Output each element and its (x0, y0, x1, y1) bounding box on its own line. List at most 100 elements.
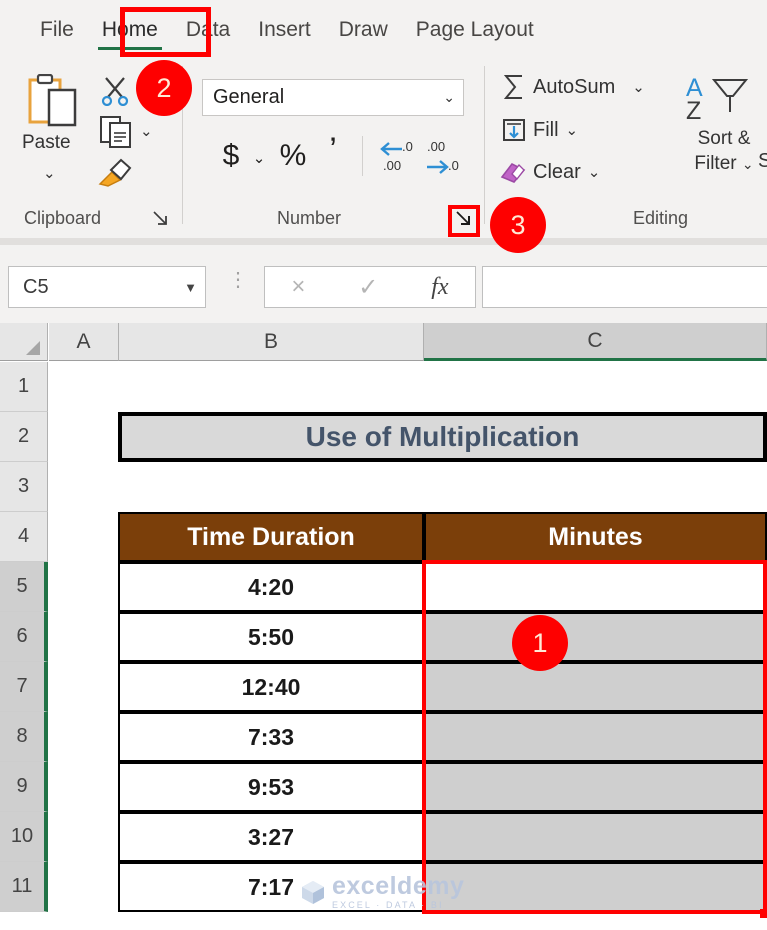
copy-chevron-down-icon[interactable]: ⌄ (140, 122, 153, 140)
currency-chevron-down-icon[interactable]: ⌄ (248, 142, 270, 174)
autosum-label: AutoSum (533, 75, 616, 98)
table-header-time-duration[interactable]: Time Duration (118, 512, 424, 562)
sort-filter-label-line1[interactable]: Sort & (698, 128, 751, 149)
paste-chevron-down-icon[interactable]: ⌄ (43, 164, 56, 182)
sort-filter-chevron-down-icon[interactable]: ⌄ (742, 156, 754, 172)
row-header-8[interactable]: 8 (0, 712, 48, 762)
paste-label[interactable]: Paste (22, 132, 71, 154)
row-header-7[interactable]: 7 (0, 662, 48, 712)
increase-decimal-icon[interactable]: .0 .00 (378, 136, 418, 176)
callout-step-1: 1 (512, 615, 568, 671)
watermark-tagline: EXCEL · DATA · BI (332, 900, 444, 910)
format-painter-icon[interactable] (98, 156, 134, 188)
row-header-2[interactable]: 2 (0, 412, 48, 462)
fill-chevron-down-icon[interactable]: ⌄ (566, 121, 579, 139)
fill-down-icon (503, 119, 525, 141)
row-header-1[interactable]: 1 (0, 362, 48, 412)
watermark-name: exceldemy (332, 872, 465, 900)
currency-format-button[interactable]: $ (216, 136, 246, 176)
sort-filter-icon[interactable]: A Z (686, 74, 756, 125)
sort-filter-label-line2[interactable]: Filter (694, 153, 736, 174)
number-group-label: Number (277, 208, 342, 228)
percent-format-button[interactable]: % (276, 136, 310, 176)
sheet-title-cell[interactable]: Use of Multiplication (118, 412, 767, 462)
formula-bar-grip[interactable]: ⋮ (228, 270, 248, 290)
clear-button[interactable]: Clear ⌄ (500, 160, 600, 184)
svg-text:Z: Z (686, 97, 701, 122)
minutes-cell[interactable] (424, 612, 767, 662)
svg-text:.00: .00 (383, 158, 401, 173)
column-header-c[interactable]: C (424, 323, 767, 361)
sigma-icon (503, 75, 522, 99)
row-header-11[interactable]: 11 (0, 862, 48, 912)
number-dialog-launcher-icon[interactable] (455, 210, 472, 227)
row-header-9[interactable]: 9 (0, 762, 48, 812)
column-header-b[interactable]: B (119, 323, 424, 361)
cut-scissors-icon[interactable] (100, 76, 130, 107)
minutes-cell[interactable] (424, 712, 767, 762)
exceldemy-logo-icon (300, 879, 326, 905)
clipboard-group-label: Clipboard (24, 208, 102, 228)
column-header-a[interactable]: A (49, 323, 119, 361)
minutes-cell[interactable] (424, 762, 767, 812)
table-row[interactable]: 9:53 (118, 762, 424, 812)
formula-input[interactable] (482, 266, 767, 308)
spreadsheet-grid: A B C 1 2 3 4 5 6 7 8 9 10 11 Use of Mul… (0, 323, 767, 930)
row-header-10[interactable]: 10 (0, 812, 48, 862)
row-header-6[interactable]: 6 (0, 612, 48, 662)
copy-icon[interactable] (100, 116, 132, 148)
row-header-4[interactable]: 4 (0, 512, 48, 562)
find-select-button-partial[interactable]: S (758, 150, 767, 173)
number-inner-separator (362, 136, 363, 176)
name-box-chevron-down-icon[interactable]: ▼ (184, 280, 197, 295)
autosum-chevron-down-icon[interactable]: ⌄ (632, 78, 645, 96)
comma-format-button[interactable]: ’ (320, 130, 346, 170)
autosum-button[interactable]: AutoSum ⌄ (502, 74, 645, 100)
ribbon-body: Paste ⌄ ⌄ Clipboard General ⌄ $ ⌄ % ’ .0… (0, 60, 767, 240)
decrease-decimal-icon[interactable]: .00 .0 (424, 136, 464, 176)
table-row[interactable]: 3:27 (118, 812, 424, 862)
name-box[interactable]: C5 ▼ (8, 266, 206, 308)
table-row[interactable]: 4:20 (118, 562, 424, 612)
clipboard-dialog-launcher-icon[interactable] (152, 210, 169, 227)
minutes-cell[interactable] (424, 812, 767, 862)
name-box-value: C5 (23, 275, 49, 298)
number-format-value: General (213, 86, 285, 108)
editing-group-label: Editing (633, 208, 689, 228)
svg-text:.00: .00 (427, 139, 445, 154)
eraser-icon (500, 162, 526, 183)
ribbon-tabstrip: File Home Data Insert Draw Page Layout (0, 0, 767, 60)
tab-file[interactable]: File (26, 15, 88, 45)
table-header-minutes[interactable]: Minutes (424, 512, 767, 562)
minutes-cell-active[interactable] (424, 562, 767, 612)
row-header-3[interactable]: 3 (0, 462, 48, 512)
insert-function-icon[interactable]: fx (431, 274, 448, 301)
svg-text:.0: .0 (402, 139, 413, 154)
tab-data[interactable]: Data (172, 15, 244, 45)
tab-home[interactable]: Home (88, 15, 172, 50)
enter-check-icon[interactable]: ✓ (358, 273, 378, 302)
table-row[interactable]: 5:50 (118, 612, 424, 662)
minutes-cell[interactable] (424, 862, 767, 912)
formula-action-buttons: × ✓ fx (264, 266, 476, 308)
row-header-5[interactable]: 5 (0, 562, 48, 612)
clear-chevron-down-icon[interactable]: ⌄ (588, 163, 601, 181)
table-row[interactable]: 12:40 (118, 662, 424, 712)
chevron-down-icon: ⌄ (443, 89, 455, 105)
tab-insert[interactable]: Insert (244, 15, 325, 45)
fill-button[interactable]: Fill ⌄ (502, 118, 578, 142)
svg-text:.0: .0 (448, 158, 459, 173)
excel-window: File Home Data Insert Draw Page Layout P… (0, 0, 767, 930)
paste-icon[interactable] (28, 73, 80, 128)
exceldemy-watermark: exceldemy EXCEL · DATA · BI (300, 874, 464, 910)
select-all-corner[interactable] (0, 323, 48, 361)
tab-page-layout[interactable]: Page Layout (402, 15, 548, 45)
number-format-select[interactable]: General ⌄ (202, 79, 464, 116)
table-row[interactable]: 7:33 (118, 712, 424, 762)
tab-draw[interactable]: Draw (325, 15, 402, 45)
minutes-cell[interactable] (424, 662, 767, 712)
clear-label: Clear (533, 160, 581, 183)
cancel-icon[interactable]: × (291, 273, 305, 301)
fill-label: Fill (533, 118, 559, 141)
fill-handle[interactable] (760, 909, 767, 918)
